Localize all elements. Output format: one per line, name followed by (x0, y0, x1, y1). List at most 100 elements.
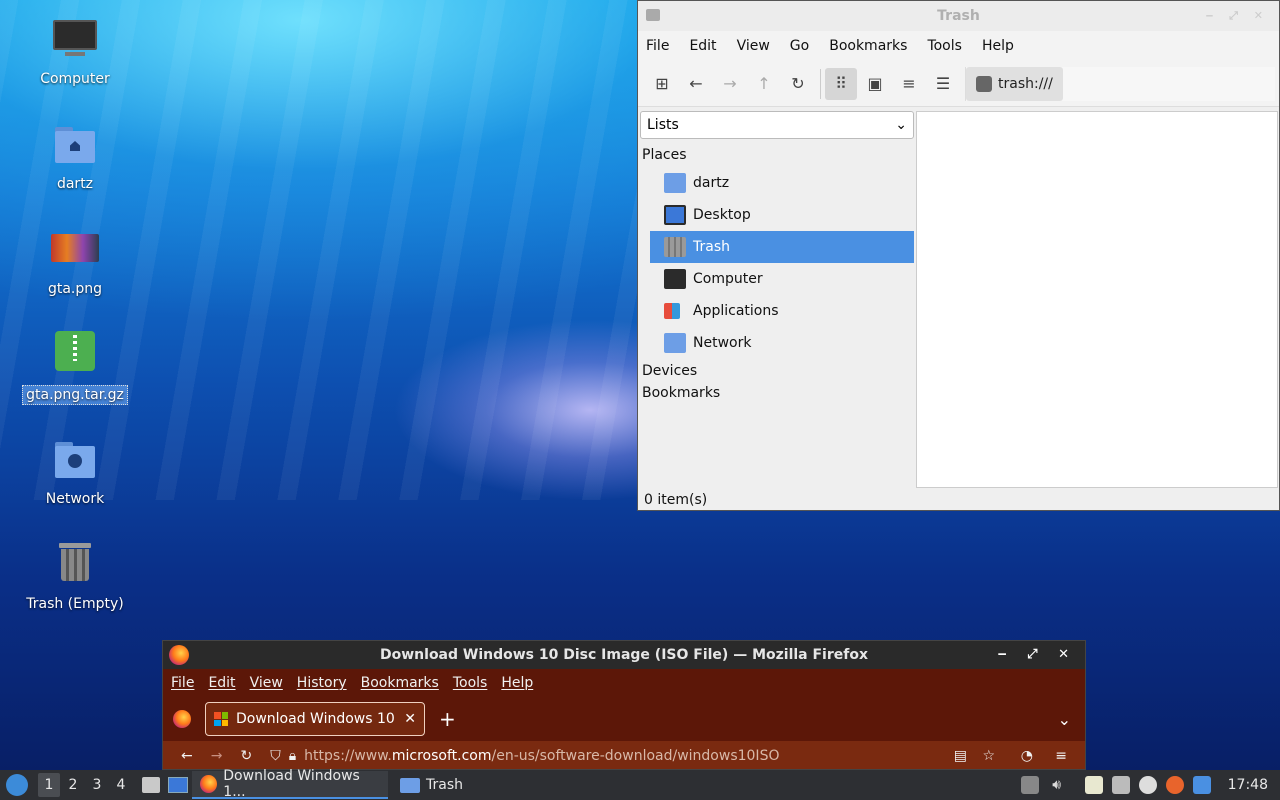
sidebar-item-label: Trash (693, 239, 730, 255)
window-titlebar[interactable]: Trash ‒ ⤢ ✕ (638, 1, 1279, 31)
menu-bookmarks[interactable]: Bookmarks (361, 675, 439, 691)
desktop-icon-label: Network (45, 491, 105, 507)
menu-go[interactable]: Go (790, 38, 809, 54)
sidebar-item-trash[interactable]: Trash (650, 231, 914, 263)
bookmarks-header[interactable]: Bookmarks (640, 383, 914, 405)
window-titlebar[interactable]: Download Windows 10 Disc Image (ISO File… (163, 641, 1085, 669)
desktop-icon-label: gta.png (47, 281, 103, 297)
task-trash[interactable]: Trash (392, 771, 471, 799)
menu-tools[interactable]: Tools (453, 675, 488, 691)
new-tab-icon[interactable]: + (439, 707, 456, 731)
desktop-icon-gta-archive[interactable]: gta.png.tar.gz (20, 331, 130, 405)
path-text: trash:/// (998, 75, 1053, 92)
notification-icon[interactable] (1192, 776, 1211, 794)
new-tab-icon[interactable]: ⊞ (646, 68, 678, 100)
trash-path-icon (976, 75, 992, 92)
eject-icon[interactable] (1020, 776, 1039, 794)
bookmark-star-icon[interactable]: ☆ (982, 748, 995, 764)
window-controls[interactable]: ‒ ⤢ ✕ (998, 641, 1077, 669)
computer-icon (664, 269, 686, 289)
desktop-icon-computer[interactable]: Computer (20, 16, 130, 88)
chevron-down-icon: ⌄ (895, 117, 907, 133)
sidebar-item-applications[interactable]: Applications (650, 295, 914, 327)
file-manager-window[interactable]: Trash ‒ ⤢ ✕ File Edit View Go Bookmarks … (637, 0, 1280, 511)
back-arrow-icon[interactable]: ← (181, 748, 193, 764)
desktop-icon-trash[interactable]: Trash (Empty) (20, 541, 130, 613)
menu-tools[interactable]: Tools (927, 38, 962, 54)
menu-edit[interactable]: Edit (689, 38, 716, 54)
hamburger-menu-icon[interactable]: ≡ (1055, 748, 1067, 764)
extensions-icon[interactable]: ◔ (1021, 748, 1033, 764)
thumbnail-view-icon[interactable]: ▣ (859, 68, 891, 100)
menu-history[interactable]: History (297, 675, 347, 691)
desktop-icon-dartz[interactable]: dartz (20, 121, 130, 193)
firefox-window[interactable]: Download Windows 10 Disc Image (ISO File… (162, 640, 1086, 770)
devices-header[interactable]: Devices (640, 359, 914, 383)
home-folder-icon (664, 173, 686, 193)
software-updater-icon[interactable] (1165, 776, 1184, 794)
tab-download-windows[interactable]: Download Windows 10 D ✕ (205, 702, 425, 736)
desktop-icon-label: gta.png.tar.gz (22, 385, 128, 405)
tab-strip: Download Windows 10 D ✕ + ⌄ (163, 697, 1085, 741)
update-icon[interactable] (1138, 776, 1157, 794)
forward-arrow-icon[interactable]: → (714, 68, 746, 100)
start-menu-icon[interactable] (6, 774, 28, 796)
shield-icon[interactable]: ⛉ (270, 748, 281, 764)
path-bar[interactable]: trash:/// (965, 66, 1275, 101)
folder-icon (400, 777, 420, 793)
sidebar-item-network[interactable]: Network (650, 327, 914, 359)
menu-bookmarks[interactable]: Bookmarks (829, 38, 907, 54)
close-tab-icon[interactable]: ✕ (404, 711, 416, 727)
sidebar-item-label: Desktop (693, 207, 751, 223)
volume-icon[interactable]: 🔊︎ (1048, 776, 1066, 794)
path-button-trash[interactable]: trash:/// (966, 66, 1063, 101)
workspace-3[interactable]: 3 (86, 773, 108, 797)
system-tray: 🔊︎ 17:48 (1020, 770, 1280, 800)
desktop-icon-gta-png[interactable]: gta.png (20, 226, 130, 298)
url-bar[interactable]: https://www.microsoft.com/en-us/software… (304, 748, 779, 764)
menu-help[interactable]: Help (501, 675, 533, 691)
menu-view[interactable]: View (737, 38, 770, 54)
places-header[interactable]: Places (640, 143, 914, 167)
file-manager-launcher-icon[interactable] (142, 777, 160, 793)
side-pane-mode-select[interactable]: Lists ⌄ (640, 111, 914, 139)
icon-view-icon[interactable]: ⠿ (825, 67, 857, 100)
sidebar-item-computer[interactable]: Computer (650, 263, 914, 295)
workspace-1[interactable]: 1 (38, 773, 60, 797)
show-desktop-icon[interactable] (168, 777, 188, 793)
menu-bar: File Edit View Go Bookmarks Tools Help (638, 31, 1279, 61)
reload-icon[interactable]: ↻ (782, 68, 814, 100)
lock-icon[interactable]: 🔒︎ (289, 748, 296, 764)
image-thumbnail-icon (51, 226, 99, 274)
menu-file[interactable]: File (646, 38, 669, 54)
compact-view-icon[interactable]: ≡ (893, 68, 925, 100)
list-all-tabs-icon[interactable]: ⌄ (1058, 710, 1071, 729)
back-arrow-icon[interactable]: ← (680, 68, 712, 100)
sidebar-item-label: Network (693, 335, 752, 351)
home-folder-icon (51, 121, 99, 169)
taskbar: 1 2 3 4 Download Windows 1... Trash 🔊︎ 1… (0, 768, 1280, 800)
menu-file[interactable]: File (171, 675, 194, 691)
file-list-pane[interactable] (916, 111, 1278, 488)
detailed-list-view-icon[interactable]: ☰ (927, 68, 959, 100)
reader-view-icon[interactable]: ▤ (954, 748, 967, 764)
menu-help[interactable]: Help (982, 38, 1014, 54)
clipboard-icon[interactable] (1084, 776, 1103, 794)
clock[interactable]: 17:48 (1228, 777, 1268, 793)
sidebar-item-dartz[interactable]: dartz (650, 167, 914, 199)
menu-edit[interactable]: Edit (208, 675, 235, 691)
workspace-2[interactable]: 2 (62, 773, 84, 797)
desktop-icon-network[interactable]: Network (20, 436, 130, 508)
workspace-4[interactable]: 4 (110, 773, 132, 797)
menu-view[interactable]: View (250, 675, 283, 691)
reload-icon[interactable]: ↻ (240, 748, 252, 764)
sidebar-item-label: Computer (693, 271, 763, 287)
sidebar-item-desktop[interactable]: Desktop (650, 199, 914, 231)
forward-arrow-icon[interactable]: → (211, 748, 223, 764)
up-arrow-icon[interactable]: ↑ (748, 68, 780, 100)
firefox-icon (200, 775, 218, 793)
window-controls[interactable]: ‒ ⤢ ✕ (1206, 1, 1269, 31)
task-firefox[interactable]: Download Windows 1... (192, 768, 388, 800)
firefox-view-icon[interactable] (173, 710, 191, 728)
network-icon[interactable] (1111, 776, 1130, 794)
